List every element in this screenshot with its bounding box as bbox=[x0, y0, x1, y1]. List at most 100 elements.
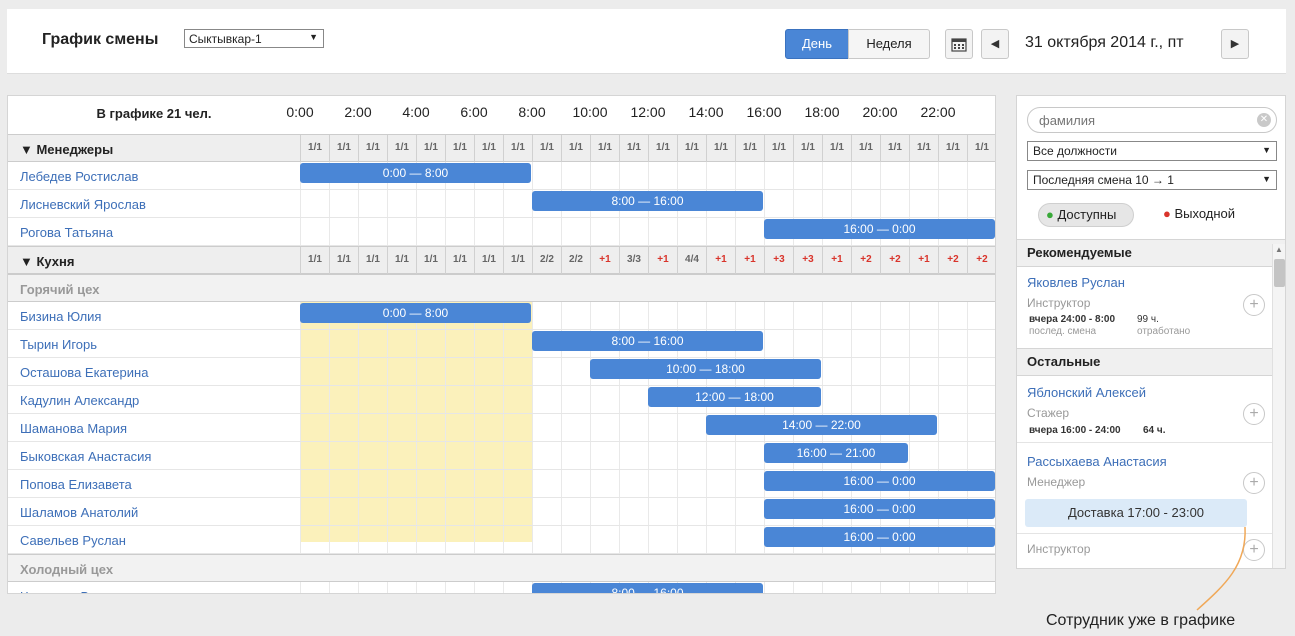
hour-cell[interactable] bbox=[938, 358, 967, 385]
hour-cell[interactable] bbox=[764, 190, 793, 217]
hour-cell[interactable] bbox=[503, 470, 532, 497]
hour-cell[interactable] bbox=[909, 302, 938, 329]
hour-cell[interactable] bbox=[532, 414, 561, 441]
hour-cell[interactable] bbox=[329, 218, 358, 245]
hour-cell[interactable] bbox=[561, 526, 590, 553]
hour-cell[interactable] bbox=[387, 358, 416, 385]
hour-cell[interactable] bbox=[503, 414, 532, 441]
hour-cell[interactable] bbox=[938, 162, 967, 189]
hour-cell[interactable] bbox=[735, 302, 764, 329]
employee-name[interactable]: Яковлев Руслан bbox=[1027, 275, 1125, 290]
hour-cell[interactable] bbox=[735, 218, 764, 245]
hour-cell[interactable] bbox=[619, 526, 648, 553]
add-employee-icon[interactable]: + bbox=[1243, 294, 1265, 316]
hour-cell[interactable] bbox=[619, 218, 648, 245]
hour-cell[interactable] bbox=[329, 582, 358, 593]
employee-name[interactable]: Лебедев Ростислав bbox=[20, 169, 138, 184]
hour-cell[interactable] bbox=[909, 358, 938, 385]
hour-cell[interactable] bbox=[416, 414, 445, 441]
hour-cell[interactable] bbox=[300, 190, 329, 217]
hour-cell[interactable] bbox=[561, 162, 590, 189]
hour-cell[interactable] bbox=[677, 414, 706, 441]
employee-row[interactable]: Червяков Владимир 8:00 — 16:00 bbox=[8, 582, 995, 593]
hour-cell[interactable] bbox=[532, 526, 561, 553]
hour-cell[interactable] bbox=[880, 190, 909, 217]
hour-cell[interactable] bbox=[329, 498, 358, 525]
employee-row[interactable]: Лебедев Ростислав 0:00 — 8:00 bbox=[8, 162, 995, 190]
hour-cell[interactable] bbox=[358, 358, 387, 385]
hour-cell[interactable] bbox=[445, 190, 474, 217]
hour-cell[interactable] bbox=[619, 386, 648, 413]
hour-cell[interactable] bbox=[706, 162, 735, 189]
hour-cell[interactable] bbox=[648, 162, 677, 189]
hour-cell[interactable] bbox=[590, 386, 619, 413]
calendar-button[interactable] bbox=[945, 29, 973, 59]
hour-cell[interactable] bbox=[793, 582, 822, 593]
hour-cell[interactable] bbox=[938, 386, 967, 413]
hour-cell[interactable] bbox=[735, 162, 764, 189]
hour-cell[interactable] bbox=[416, 582, 445, 593]
employee-name[interactable]: Тырин Игорь bbox=[20, 337, 97, 352]
group-name[interactable]: ▼ Кухня bbox=[20, 254, 74, 269]
shift-bar[interactable]: 0:00 — 8:00 bbox=[300, 303, 531, 323]
hour-cell[interactable] bbox=[300, 386, 329, 413]
employee-name[interactable]: Попова Елизавета bbox=[20, 477, 132, 492]
hour-cell[interactable] bbox=[387, 414, 416, 441]
hour-cell[interactable] bbox=[358, 582, 387, 593]
hour-cell[interactable] bbox=[677, 302, 706, 329]
hour-cell[interactable] bbox=[909, 442, 938, 469]
hour-cell[interactable] bbox=[387, 190, 416, 217]
hour-cell[interactable] bbox=[503, 330, 532, 357]
shift-bar[interactable]: 8:00 — 16:00 bbox=[532, 191, 763, 211]
hour-cell[interactable] bbox=[648, 218, 677, 245]
employee-name[interactable]: Шаламов Анатолий bbox=[20, 505, 138, 520]
hour-cell[interactable] bbox=[416, 386, 445, 413]
hour-cell[interactable] bbox=[590, 498, 619, 525]
hour-cell[interactable] bbox=[358, 190, 387, 217]
hour-cell[interactable] bbox=[967, 358, 995, 385]
hour-cell[interactable] bbox=[474, 442, 503, 469]
hour-cell[interactable] bbox=[445, 442, 474, 469]
hour-cell[interactable] bbox=[503, 190, 532, 217]
filter-dayoff-toggle[interactable]: ● Выходной bbox=[1163, 206, 1235, 221]
shift-bar[interactable]: 8:00 — 16:00 bbox=[532, 331, 763, 351]
hour-cell[interactable] bbox=[532, 162, 561, 189]
hour-cell[interactable] bbox=[387, 582, 416, 593]
hour-cell[interactable] bbox=[619, 302, 648, 329]
hour-cell[interactable] bbox=[851, 190, 880, 217]
hour-cell[interactable] bbox=[851, 582, 880, 593]
employee-row[interactable]: Тырин Игорь 8:00 — 16:00 bbox=[8, 330, 995, 358]
shift-bar[interactable]: 16:00 — 0:00 bbox=[764, 527, 995, 547]
hour-cell[interactable] bbox=[503, 358, 532, 385]
shift-bar[interactable]: 12:00 — 18:00 bbox=[648, 387, 821, 407]
search-input[interactable] bbox=[1027, 107, 1277, 133]
position-filter-select[interactable]: Все должности ▼ bbox=[1027, 141, 1277, 161]
employee-row[interactable]: Бизина Юлия 0:00 — 8:00 bbox=[8, 302, 995, 330]
hour-cell[interactable] bbox=[416, 442, 445, 469]
hour-cell[interactable] bbox=[300, 358, 329, 385]
hour-cell[interactable] bbox=[764, 302, 793, 329]
hour-cell[interactable] bbox=[416, 190, 445, 217]
hour-cell[interactable] bbox=[474, 386, 503, 413]
hour-cell[interactable] bbox=[329, 386, 358, 413]
hour-cell[interactable] bbox=[706, 442, 735, 469]
hour-cell[interactable] bbox=[590, 470, 619, 497]
hour-cell[interactable] bbox=[648, 302, 677, 329]
hour-cell[interactable] bbox=[909, 190, 938, 217]
shift-bar[interactable]: 16:00 — 0:00 bbox=[764, 219, 995, 239]
hour-cell[interactable] bbox=[300, 498, 329, 525]
hour-cell[interactable] bbox=[880, 358, 909, 385]
hour-cell[interactable] bbox=[416, 470, 445, 497]
hour-cell[interactable] bbox=[532, 386, 561, 413]
hour-cell[interactable] bbox=[358, 414, 387, 441]
hour-cell[interactable] bbox=[300, 414, 329, 441]
hour-cell[interactable] bbox=[358, 498, 387, 525]
hour-cell[interactable] bbox=[677, 526, 706, 553]
hour-cell[interactable] bbox=[445, 498, 474, 525]
shift-bar[interactable]: 0:00 — 8:00 bbox=[300, 163, 531, 183]
hour-cell[interactable] bbox=[967, 442, 995, 469]
employee-name[interactable]: Шаманова Мария bbox=[20, 421, 127, 436]
hour-cell[interactable] bbox=[532, 218, 561, 245]
employee-name[interactable]: Кадулин Александр bbox=[20, 393, 139, 408]
scrollbar[interactable]: ▲ bbox=[1272, 244, 1285, 568]
